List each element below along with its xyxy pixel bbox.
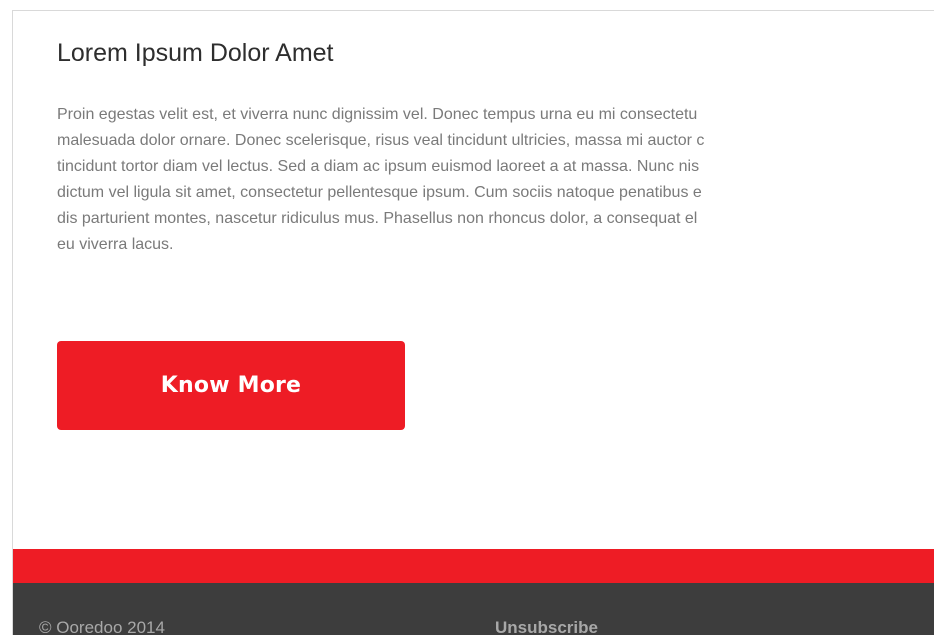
- body-line: malesuada dolor ornare. Donec scelerisqu…: [57, 132, 705, 149]
- article-title: Lorem Ipsum Dolor Amet: [57, 39, 334, 67]
- body-line: dictum vel ligula sit amet, consectetur …: [57, 184, 702, 201]
- know-more-button[interactable]: Know More: [57, 341, 405, 430]
- body-line: tincidunt tortor diam vel lectus. Sed a …: [57, 158, 700, 175]
- footer: © Ooredoo 2014 Unsubscribe: [13, 583, 934, 635]
- red-divider-band: [13, 549, 934, 583]
- copyright-text: © Ooredoo 2014: [39, 618, 165, 635]
- article-body: Proin egestas velit est, et viverra nunc…: [57, 102, 934, 258]
- body-line: dis parturient montes, nascetur ridiculu…: [57, 210, 698, 227]
- email-frame: Lorem Ipsum Dolor Amet Proin egestas vel…: [12, 10, 934, 635]
- unsubscribe-link[interactable]: Unsubscribe: [495, 618, 598, 635]
- body-line: eu viverra lacus.: [57, 236, 174, 253]
- body-line: Proin egestas velit est, et viverra nunc…: [57, 106, 698, 123]
